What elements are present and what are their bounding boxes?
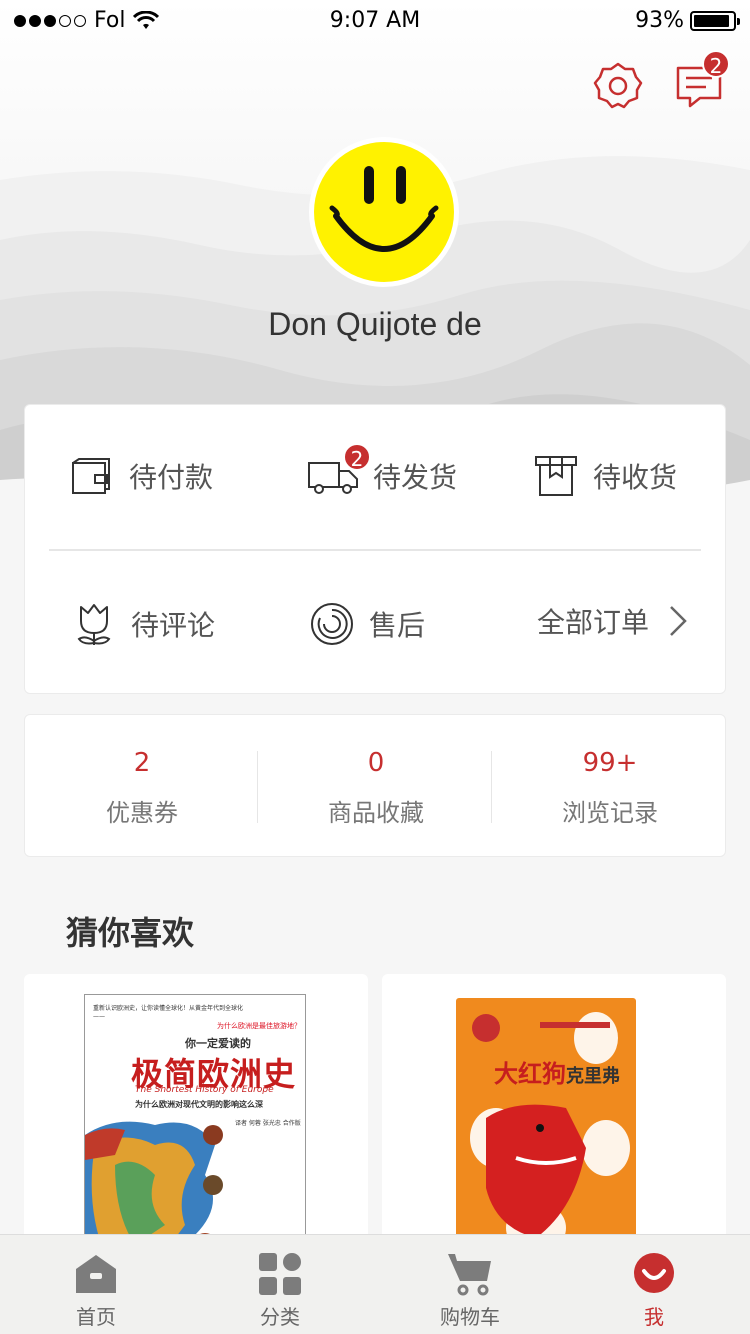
- stat-favorites[interactable]: 0 商品收藏: [259, 745, 493, 828]
- order-pending-shipment-label: 待发货: [373, 461, 458, 494]
- grid-icon: [259, 1253, 301, 1295]
- cart-icon: [448, 1254, 491, 1296]
- stat-value: 99+: [582, 748, 638, 778]
- order-after-sales-label: 售后: [369, 609, 426, 642]
- gear-icon: [593, 62, 643, 109]
- after-sales-icon: [311, 603, 353, 645]
- order-pending-review[interactable]: 待评论: [71, 601, 215, 647]
- stat-history[interactable]: 99+ 浏览记录: [493, 745, 727, 828]
- cover-meta: 译者 何蓉 张光忠 合作版: [235, 1120, 301, 1127]
- all-orders-link[interactable]: 全部订单: [537, 601, 691, 641]
- tab-label: 分类: [260, 1305, 300, 1329]
- shipment-badge: 2: [343, 443, 371, 471]
- messages-badge: 2: [702, 50, 730, 78]
- tab-label: 我: [644, 1305, 664, 1329]
- stat-label: 浏览记录: [562, 799, 658, 827]
- order-pending-review-label: 待评论: [131, 609, 216, 642]
- tulip-icon: [77, 604, 111, 645]
- battery-percent: 93%: [635, 8, 684, 33]
- cover-title-2: 克里弗: [566, 1066, 620, 1087]
- cover-title: 大红狗: [494, 1060, 566, 1088]
- stats-card: 2 优惠券 0 商品收藏 99+ 浏览记录: [24, 714, 726, 857]
- stat-label: 商品收藏: [328, 799, 424, 827]
- stat-coupons[interactable]: 2 优惠券: [25, 745, 259, 828]
- order-pending-receipt-label: 待收货: [593, 461, 678, 494]
- tab-label: 首页: [76, 1305, 116, 1329]
- status-bar: Fol 9:07 AM 93%: [0, 0, 750, 40]
- stat-value: 2: [133, 748, 151, 778]
- divider: [491, 751, 492, 823]
- cover-description: 为什么欧洲对现代文明的影响这么深: [135, 1100, 263, 1109]
- order-pending-payment[interactable]: 待付款: [69, 453, 213, 499]
- cover-english-title: The Shortest History of Europe: [135, 1085, 274, 1095]
- battery-status: 93%: [635, 8, 740, 33]
- tab-home[interactable]: 首页: [26, 1235, 166, 1334]
- smiley-face-icon: [329, 166, 439, 252]
- wallet-icon: [72, 458, 110, 494]
- book-cover: 重新认识欧洲史，让你读懂全球化！从黄金年代到全球化—— 为什么欧洲是最佳旅游地？…: [84, 994, 306, 1274]
- avatar[interactable]: [309, 137, 459, 287]
- tab-category[interactable]: 分类: [210, 1235, 350, 1334]
- all-orders-label: 全部订单: [537, 606, 650, 639]
- username: Don Quijote de: [268, 306, 482, 342]
- order-pending-receipt[interactable]: 待收货: [533, 453, 677, 499]
- orders-card: 待付款 待发货 2 待收货 待评论 售后 全部订单: [24, 404, 726, 694]
- cover-red-text: 为什么欧洲是最佳旅游地？: [217, 1022, 301, 1030]
- divider: [257, 751, 258, 823]
- product-card[interactable]: 大红狗 克里弗: [382, 974, 726, 1274]
- order-pending-payment-label: 待付款: [129, 461, 214, 494]
- clifford-illustration: [470, 1012, 630, 1254]
- package-icon: [535, 456, 577, 496]
- stat-label: 优惠券: [106, 799, 178, 827]
- battery-icon: [690, 10, 740, 31]
- book-cover: 大红狗 克里弗: [456, 998, 636, 1274]
- product-card[interactable]: 重新认识欧洲史，让你读懂全球化！从黄金年代到全球化—— 为什么欧洲是最佳旅游地？…: [24, 974, 368, 1274]
- section-title: 猜你喜欢: [66, 914, 195, 952]
- order-after-sales[interactable]: 售后: [309, 601, 425, 647]
- tab-label: 购物车: [440, 1305, 500, 1329]
- tab-me[interactable]: 我: [584, 1235, 724, 1334]
- divider: [49, 549, 701, 551]
- home-icon: [76, 1255, 116, 1293]
- tab-bar: 首页 分类 购物车 我: [0, 1234, 750, 1334]
- settings-button[interactable]: [592, 60, 644, 112]
- tab-cart[interactable]: 购物车: [400, 1235, 540, 1334]
- chevron-right-icon: [670, 606, 687, 636]
- stat-value: 0: [367, 748, 385, 778]
- me-icon: [634, 1253, 674, 1293]
- order-pending-shipment[interactable]: 待发货: [307, 453, 457, 499]
